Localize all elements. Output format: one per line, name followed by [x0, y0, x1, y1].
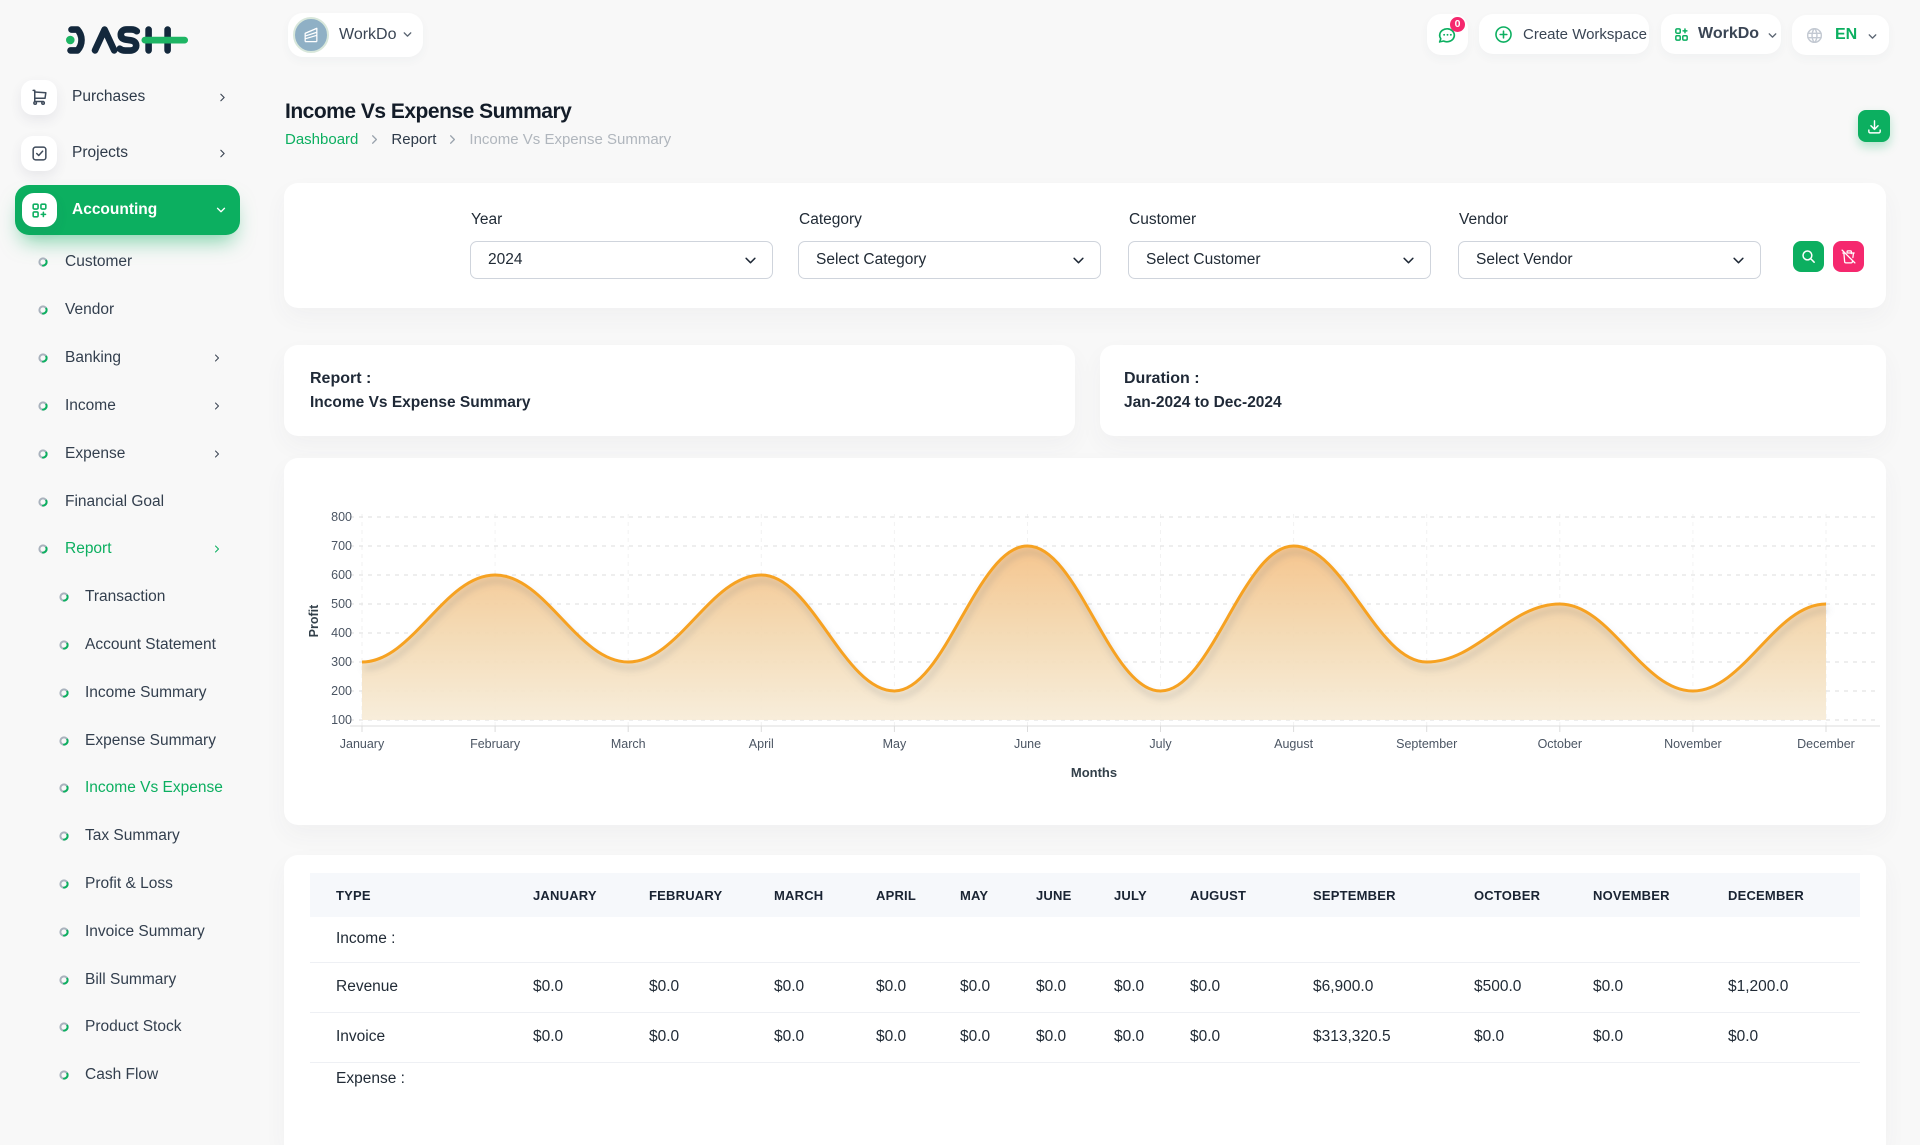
svg-text:March: March	[611, 737, 646, 751]
svg-text:February: February	[470, 737, 521, 751]
svg-text:October: October	[1538, 737, 1582, 751]
svg-text:May: May	[883, 737, 907, 751]
svg-text:July: July	[1149, 737, 1172, 751]
svg-text:December: December	[1797, 737, 1855, 751]
svg-text:Profit: Profit	[307, 604, 321, 637]
svg-text:June: June	[1014, 737, 1041, 751]
svg-text:400: 400	[331, 626, 352, 640]
svg-text:Months: Months	[1071, 765, 1117, 780]
svg-text:200: 200	[331, 684, 352, 698]
svg-text:500: 500	[331, 597, 352, 611]
svg-text:800: 800	[331, 510, 352, 524]
svg-text:100: 100	[331, 713, 352, 727]
svg-text:300: 300	[331, 655, 352, 669]
svg-text:November: November	[1664, 737, 1722, 751]
svg-text:April: April	[749, 737, 774, 751]
svg-text:600: 600	[331, 568, 352, 582]
svg-text:August: August	[1274, 737, 1313, 751]
svg-text:700: 700	[331, 539, 352, 553]
svg-text:January: January	[340, 737, 385, 751]
svg-text:September: September	[1396, 737, 1457, 751]
